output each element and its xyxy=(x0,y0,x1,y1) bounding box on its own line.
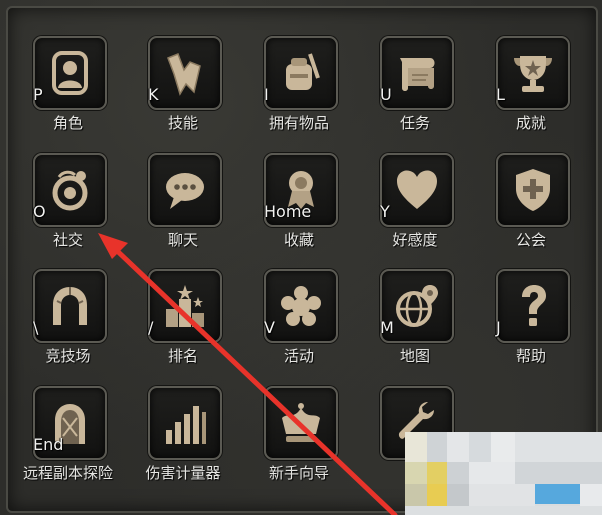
ranking-icon xyxy=(166,285,204,327)
menu-item-map[interactable]: M 地图 xyxy=(356,269,466,379)
guild-icon xyxy=(516,169,550,211)
menu-item-label: 好感度 xyxy=(392,231,438,249)
menu-item-label: 活动 xyxy=(283,347,314,365)
menu-item-help[interactable]: J 帮助 xyxy=(472,269,582,379)
menu-item-label: 帮助 xyxy=(515,347,546,365)
hotkey-label: M xyxy=(380,318,394,337)
event-icon xyxy=(281,286,321,326)
menu-tile[interactable] xyxy=(496,36,570,110)
menu-item-label: 新手向导 xyxy=(268,464,329,482)
inventory-icon xyxy=(286,53,320,90)
menu-item-quest[interactable]: U 任务 xyxy=(356,36,466,146)
menu-item-social[interactable]: O 社交 xyxy=(9,153,119,263)
hotkey-label: O xyxy=(33,202,46,221)
menu-tile[interactable] xyxy=(148,153,222,227)
menu-tile[interactable] xyxy=(33,269,107,343)
menu-item-skills[interactable]: K 技能 xyxy=(124,36,234,146)
menu-item-damage-meter[interactable]: 伤害计量器 xyxy=(124,386,234,496)
menu-tile[interactable] xyxy=(496,153,570,227)
pixelated-redaction xyxy=(405,432,602,515)
menu-item-arena[interactable]: \ 竞技场 xyxy=(9,269,119,379)
hotkey-label: J xyxy=(496,318,501,337)
chat-icon xyxy=(166,173,204,209)
menu-item-affinity[interactable]: Y 好感度 xyxy=(356,153,466,263)
social-icon xyxy=(52,170,88,211)
menu-item-label: 任务 xyxy=(399,114,430,132)
menu-item-event[interactable]: V 活动 xyxy=(240,269,350,379)
menu-item-label: 排名 xyxy=(167,347,198,365)
menu-item-label: 收藏 xyxy=(283,231,314,249)
hotkey-label: I xyxy=(264,85,269,104)
menu-item-achievement[interactable]: L 成就 xyxy=(472,36,582,146)
menu-item-label: 拥有物品 xyxy=(268,114,329,132)
hotkey-label: Home xyxy=(264,202,312,221)
menu-item-ranking[interactable]: / 排名 xyxy=(124,269,234,379)
help-icon xyxy=(522,285,546,326)
menu-item-inventory[interactable]: I 拥有物品 xyxy=(240,36,350,146)
menu-item-label: 聊天 xyxy=(167,231,198,249)
menu-tile[interactable] xyxy=(148,386,222,460)
menu-item-label: 伤害计量器 xyxy=(145,464,221,482)
beginner-guide-icon xyxy=(282,403,320,442)
hotkey-label: End xyxy=(33,435,64,454)
menu-tile[interactable] xyxy=(148,269,222,343)
game-menu-panel: P 角色 K 技能 I 拥有物品 U 任务 L 成就 O 社交 聊天 Home … xyxy=(0,0,602,515)
menu-item-guild[interactable]: 公会 xyxy=(472,153,582,263)
hotkey-label: L xyxy=(496,85,505,104)
menu-tile[interactable] xyxy=(33,36,107,110)
affinity-icon xyxy=(397,170,437,209)
menu-tile[interactable] xyxy=(264,36,338,110)
menu-item-character[interactable]: P 角色 xyxy=(9,36,119,146)
hotkey-label: Y xyxy=(380,202,390,221)
hotkey-label: \ xyxy=(33,318,39,337)
menu-item-label: 远程副本探险 xyxy=(22,464,113,482)
hotkey-label: K xyxy=(148,85,159,104)
menu-item-label: 竞技场 xyxy=(45,347,91,365)
menu-tile[interactable] xyxy=(264,269,338,343)
menu-item-label: 成就 xyxy=(515,114,546,132)
menu-item-label: 公会 xyxy=(515,231,546,249)
achievement-icon xyxy=(514,56,552,92)
menu-item-label: 技能 xyxy=(167,114,198,132)
menu-item-beginner-guide[interactable]: 新手向导 xyxy=(240,386,350,496)
menu-tile[interactable] xyxy=(264,386,338,460)
menu-item-collection[interactable]: Home 收藏 xyxy=(240,153,350,263)
menu-tile[interactable] xyxy=(496,269,570,343)
character-icon xyxy=(52,51,88,95)
map-icon xyxy=(396,285,438,327)
menu-item-chat[interactable]: 聊天 xyxy=(124,153,234,263)
menu-item-label: 角色 xyxy=(52,114,83,132)
skills-icon xyxy=(167,53,201,96)
hotkey-label: / xyxy=(148,318,154,337)
menu-item-label: 社交 xyxy=(52,231,83,249)
hotkey-label: V xyxy=(264,318,275,337)
damage-meter-icon xyxy=(166,406,206,444)
menu-tile[interactable] xyxy=(148,36,222,110)
hotkey-label: P xyxy=(33,85,43,104)
menu-item-label: 地图 xyxy=(399,347,430,365)
quest-icon xyxy=(400,58,435,91)
hotkey-label: U xyxy=(380,85,392,104)
menu-tile[interactable] xyxy=(380,153,454,227)
menu-item-expedition[interactable]: End 远程副本探险 xyxy=(9,386,119,496)
arena-icon xyxy=(53,287,87,325)
